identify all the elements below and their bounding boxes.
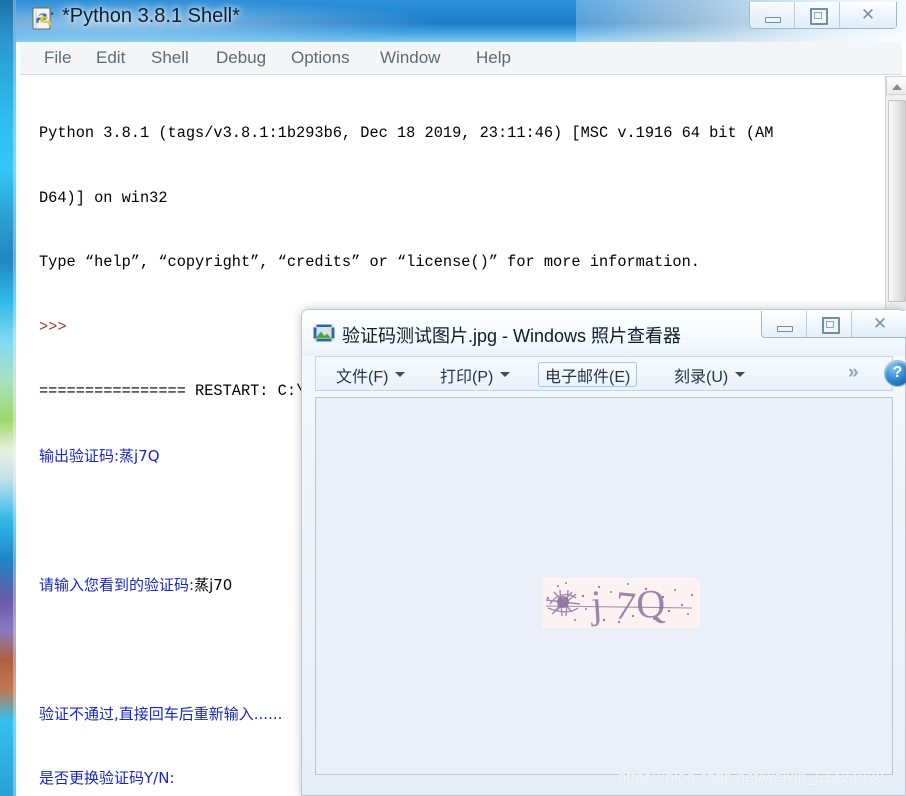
photo-viewer-title-text: 验证码测试图片.jpg - Windows 照片查看器 bbox=[342, 326, 682, 346]
watermark-text: https://blog.csdn.net/weixin_51424938 bbox=[618, 769, 885, 786]
toolbar-burn-label: 刻录(U) bbox=[674, 368, 729, 386]
maximize-icon bbox=[822, 317, 840, 334]
close-icon: ✕ bbox=[860, 5, 876, 24]
idle-title-bar[interactable]: *Python 3.8.1 Shell* ✕ bbox=[16, 0, 906, 42]
photo-viewer-window: 验证码测试图片.jpg - Windows 照片查看器 文件(F) 打印(P) … bbox=[301, 309, 906, 796]
photo-viewer-frame: 验证码测试图片.jpg - Windows 照片查看器 文件(F) 打印(P) … bbox=[301, 309, 906, 796]
screen: *Python 3.8.1 Shell* ✕ File Edit Shell D… bbox=[0, 0, 906, 796]
menu-item-file[interactable]: File bbox=[44, 48, 71, 68]
toolbar-file-menu[interactable]: 文件(F) bbox=[330, 362, 411, 387]
idle-minimize-button[interactable] bbox=[750, 2, 795, 28]
idle-window-controls: ✕ bbox=[749, 2, 897, 29]
idle-maximize-button[interactable] bbox=[795, 2, 840, 28]
photo-viewer-image-canvas[interactable]: j 7 Q bbox=[315, 397, 893, 775]
scroll-thumb[interactable] bbox=[888, 100, 906, 302]
menu-item-help[interactable]: Help bbox=[476, 48, 511, 68]
toolbar-burn-menu[interactable]: 刻录(U) bbox=[668, 362, 751, 387]
photo-viewer-window-controls: ✕ bbox=[761, 311, 906, 338]
photo-viewer-maximize-button[interactable] bbox=[807, 311, 852, 337]
toolbar-file-label: 文件(F) bbox=[336, 368, 389, 386]
shell-line: D64)] on win32 bbox=[39, 188, 168, 207]
shell-line: Python 3.8.1 (tags/v3.8.1:1b293b6, Dec 1… bbox=[39, 124, 774, 142]
idle-title-text: *Python 3.8.1 Shell* bbox=[62, 5, 240, 27]
photo-viewer-toolbar: 文件(F) 打印(P) 电子邮件(E) 刻录(U) bbox=[315, 356, 893, 391]
toolbar-email-button[interactable]: 电子邮件(E) bbox=[538, 362, 638, 387]
svg-text:Q: Q bbox=[635, 581, 666, 627]
shell-line: Type “help”, “copyright”, “credits” or “… bbox=[39, 253, 700, 271]
chevron-down-icon bbox=[735, 372, 746, 377]
maximize-icon bbox=[810, 8, 828, 25]
menu-item-window[interactable]: Window bbox=[380, 48, 440, 68]
captcha-image: j 7 Q bbox=[542, 578, 700, 628]
toolbar-email-label: 电子邮件(E) bbox=[545, 368, 631, 386]
input-prompt-text: 请输入您看到的验证码: bbox=[39, 575, 195, 594]
minimize-icon bbox=[777, 326, 793, 332]
scroll-up-arrow-icon[interactable] bbox=[886, 76, 906, 95]
toolbar-print-label: 打印(P) bbox=[440, 368, 494, 386]
menu-item-shell[interactable]: Shell bbox=[151, 48, 189, 68]
chevron-down-icon bbox=[500, 372, 511, 377]
minimize-icon bbox=[765, 17, 781, 23]
menu-item-edit[interactable]: Edit bbox=[96, 48, 125, 68]
idle-menu-bar: File Edit Shell Debug Options Window Hel… bbox=[20, 42, 902, 75]
user-typed-answer: 蒸j70 bbox=[194, 575, 233, 594]
chevron-down-icon bbox=[395, 372, 406, 377]
photo-viewer-close-button[interactable]: ✕ bbox=[852, 311, 906, 337]
photo-viewer-icon bbox=[313, 324, 335, 342]
close-icon: ✕ bbox=[872, 314, 888, 333]
menu-item-debug[interactable]: Debug bbox=[216, 48, 266, 68]
captcha-svg: j 7 Q bbox=[542, 578, 700, 628]
idle-close-button[interactable]: ✕ bbox=[840, 2, 896, 28]
help-button[interactable]: ? bbox=[884, 360, 906, 387]
python-idle-icon bbox=[32, 7, 54, 30]
menu-item-options[interactable]: Options bbox=[291, 48, 350, 68]
photo-viewer-minimize-button[interactable] bbox=[762, 311, 807, 337]
toolbar-print-menu[interactable]: 打印(P) bbox=[434, 362, 516, 387]
desktop-wallpaper bbox=[0, 0, 16, 796]
toolbar-overflow-button[interactable]: » bbox=[848, 362, 859, 384]
